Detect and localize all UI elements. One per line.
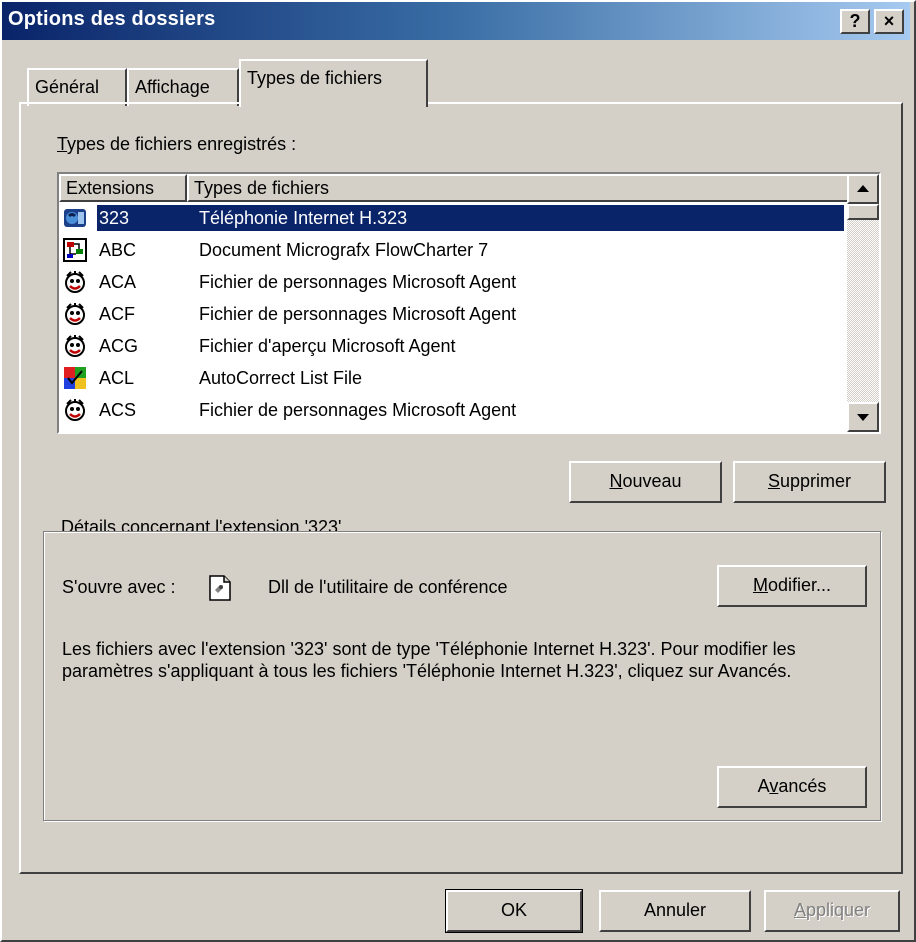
row-extension: ACG	[99, 336, 139, 356]
ok-button[interactable]: OK	[445, 889, 583, 933]
help-button[interactable]: ?	[840, 9, 870, 34]
registered-types-label: Types de fichiers enregistrés :	[57, 134, 297, 154]
modify-button[interactable]: Modifier...	[717, 565, 867, 607]
list-item[interactable]: ABC Document Micrografx FlowCharter 7	[59, 234, 839, 266]
details-description: Les fichiers avec l'extension '323' sont…	[62, 639, 796, 681]
advanced-button[interactable]: Avancés	[717, 766, 867, 808]
cancel-button[interactable]: Annuler	[599, 890, 751, 932]
scroll-up-button[interactable]	[847, 174, 879, 204]
list-item[interactable]: 323 Téléphonie Internet H.323	[59, 202, 844, 234]
arrow-down-icon	[857, 414, 869, 421]
tab-types-de-fichiers[interactable]: Types de fichiers	[239, 59, 428, 107]
agent-character-icon	[65, 271, 85, 293]
flowchart-doc-icon	[63, 238, 87, 262]
list-item[interactable]: ACL AutoCorrect List File	[59, 362, 839, 394]
vertical-scrollbar[interactable]	[847, 174, 879, 432]
window-title: Options des dossiers	[8, 8, 216, 30]
agent-character-icon	[65, 335, 85, 357]
row-extension: ACF	[99, 304, 135, 324]
tab-general[interactable]: Général	[27, 68, 127, 106]
list-item[interactable]: ACG Fichier d'aperçu Microsoft Agent	[59, 330, 839, 362]
list-item[interactable]: ACA Fichier de personnages Microsoft Age…	[59, 266, 839, 298]
row-file-type: Téléphonie Internet H.323	[187, 205, 844, 231]
opens-with-label: S'ouvre avec :	[62, 577, 176, 597]
tab-general-label: Général	[35, 77, 100, 97]
tab-types-label: Types de fichiers	[247, 68, 383, 88]
row-file-type: Fichier de personnages Microsoft Agent	[199, 272, 517, 292]
close-button[interactable]: ×	[874, 9, 904, 34]
row-file-type: Fichier d'aperçu Microsoft Agent	[199, 336, 456, 356]
title-bar[interactable]: Options des dossiers ? ×	[2, 2, 910, 40]
row-file-type: Document Micrografx FlowCharter 7	[199, 240, 489, 260]
autocorrect-icon	[64, 367, 86, 389]
scroll-down-button[interactable]	[847, 402, 879, 432]
agent-character-icon	[65, 399, 85, 421]
column-header-types[interactable]: Types de fichiers	[187, 174, 849, 202]
row-extension: ACS	[99, 400, 137, 420]
row-file-type: Fichier de personnages Microsoft Agent	[199, 304, 517, 324]
row-file-type: Fichier de personnages Microsoft Agent	[199, 400, 517, 420]
row-extension: ACL	[99, 368, 135, 388]
column-header-extensions[interactable]: Extensions	[59, 174, 187, 202]
list-item[interactable]: ACS Fichier de personnages Microsoft Age…	[59, 394, 839, 426]
row-file-type: AutoCorrect List File	[199, 368, 363, 388]
list-rows: 323 Téléphonie Internet H.323 ABC Docume…	[59, 202, 847, 432]
apply-button[interactable]: Appliquer	[764, 890, 900, 932]
row-extension: ABC	[99, 240, 137, 260]
dll-file-icon	[209, 575, 231, 601]
arrow-up-icon	[857, 185, 869, 192]
new-button[interactable]: Nouveau	[569, 461, 722, 503]
tab-affichage-label: Affichage	[135, 77, 210, 97]
opens-with-app: Dll de l'utilitaire de conférence	[268, 577, 508, 597]
row-extension: 323	[97, 205, 189, 231]
delete-button[interactable]: Supprimer	[733, 461, 886, 503]
internet-phone-icon	[64, 209, 86, 227]
file-types-list[interactable]: Extensions Types de fichiers 323 Télépho…	[57, 172, 881, 434]
agent-character-icon	[65, 303, 85, 325]
row-extension: ACA	[99, 272, 137, 292]
scroll-thumb[interactable]	[847, 204, 879, 220]
tab-affichage[interactable]: Affichage	[127, 68, 239, 106]
list-item[interactable]: ACF Fichier de personnages Microsoft Age…	[59, 298, 839, 330]
